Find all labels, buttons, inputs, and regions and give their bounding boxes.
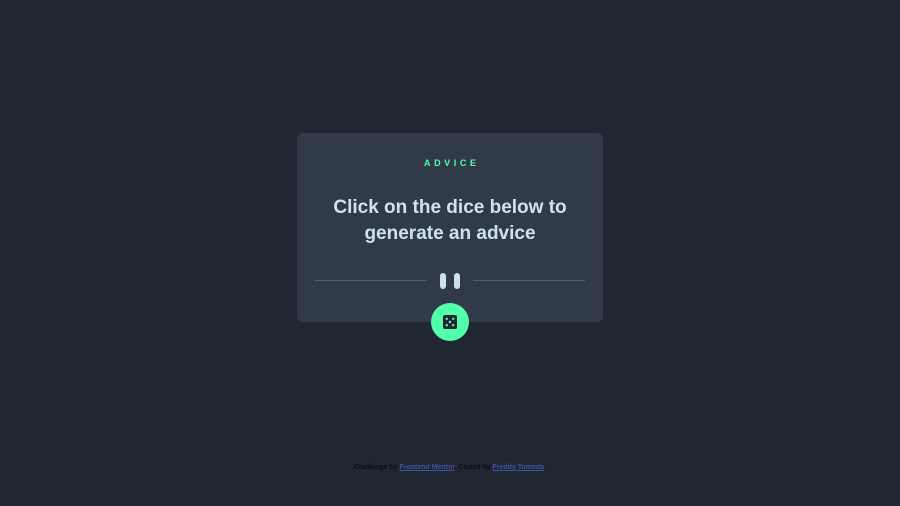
divider-line-right xyxy=(473,280,585,281)
frontend-mentor-link[interactable]: Frontend Mentor xyxy=(400,464,455,471)
advice-card: ADVICE Click on the dice below to genera… xyxy=(297,133,603,322)
dice-button[interactable] xyxy=(431,303,469,341)
advice-text: Click on the dice below to generate an a… xyxy=(333,197,567,244)
dice-icon xyxy=(443,315,457,329)
pause-icon xyxy=(440,273,460,289)
divider-line-left xyxy=(315,280,427,281)
author-link[interactable]: Freddy Tomeda xyxy=(492,464,544,471)
footer-middle: . Coded by xyxy=(454,464,491,471)
footer-prefix: Challenge by xyxy=(353,464,398,471)
advice-label: ADVICE xyxy=(423,158,480,168)
divider xyxy=(315,271,585,291)
attribution-footer: Challenge by Frontend Mentor. Coded by F… xyxy=(0,464,900,471)
footer-suffix: . xyxy=(544,464,547,471)
